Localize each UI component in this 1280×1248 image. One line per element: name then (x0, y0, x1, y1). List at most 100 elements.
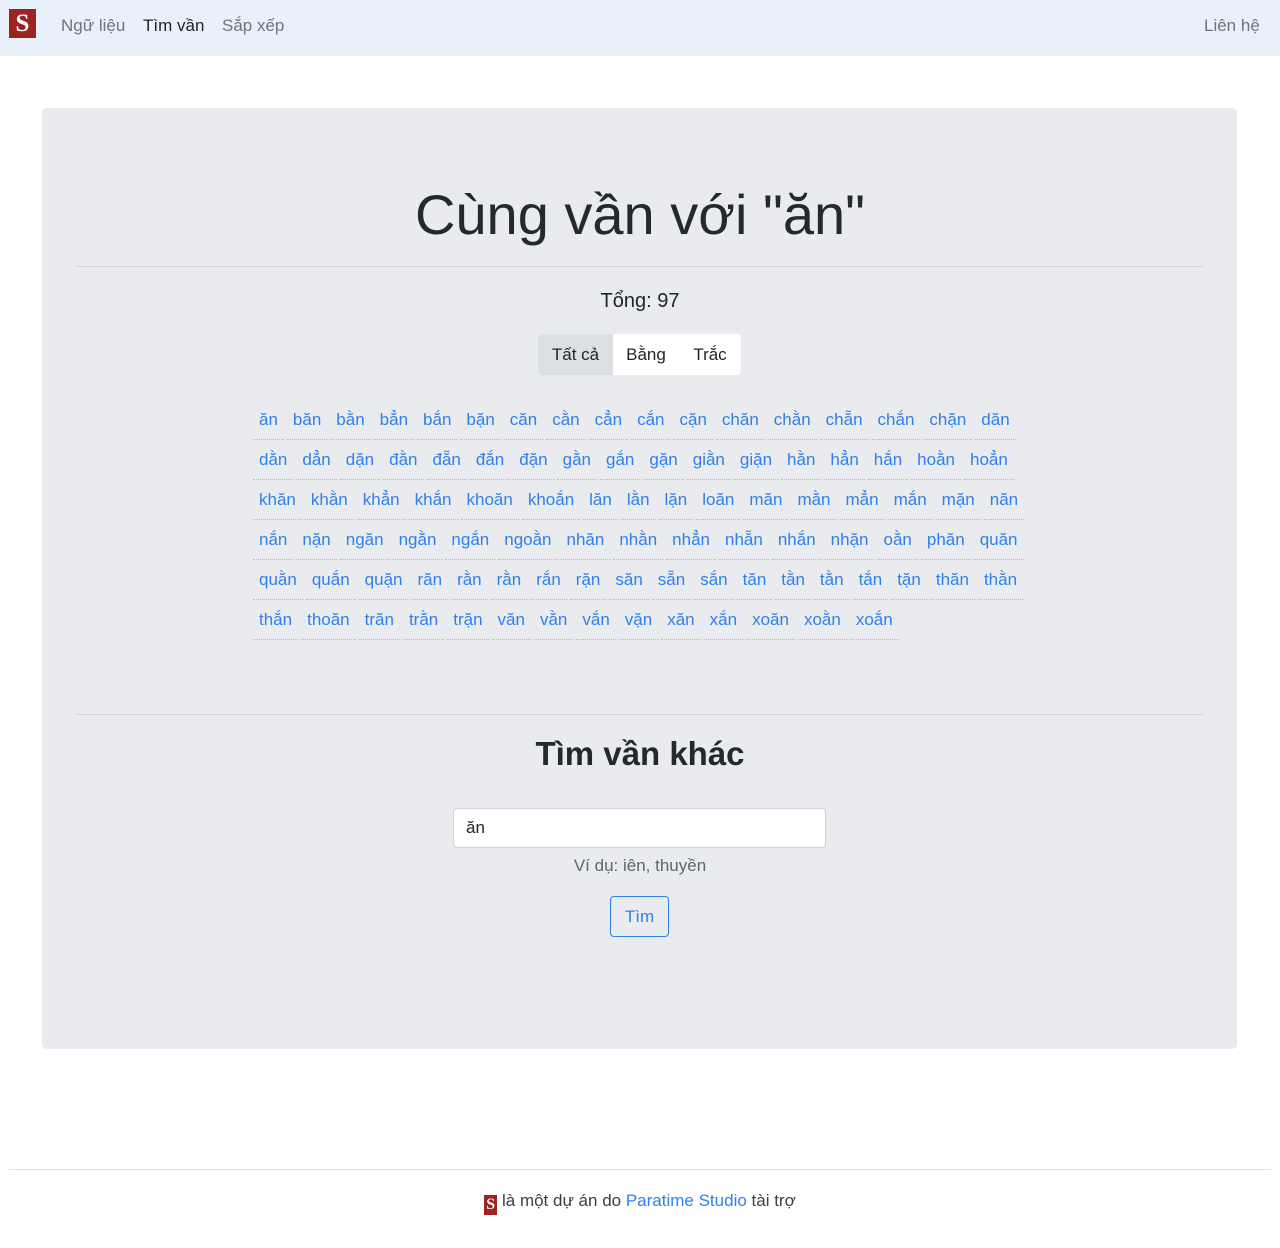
rhyme-word-link[interactable]: mắn (887, 480, 933, 520)
rhyme-word-link[interactable]: lặn (658, 480, 694, 520)
rhyme-word-link[interactable]: dặn (339, 440, 381, 480)
rhyme-word-link[interactable]: thằn (977, 560, 1024, 600)
rhyme-word-link[interactable]: chăn (715, 400, 765, 440)
rhyme-word-link[interactable]: răn (411, 560, 449, 600)
rhyme-word-link[interactable]: rặn (569, 560, 607, 600)
rhyme-word-link[interactable]: vắn (576, 600, 616, 640)
rhyme-word-link[interactable]: quăn (973, 520, 1024, 560)
rhyme-word-link[interactable]: ngằn (392, 520, 443, 560)
rhyme-word-link[interactable]: nhặn (824, 520, 875, 560)
rhyme-word-link[interactable]: đằn (383, 440, 424, 480)
rhyme-word-link[interactable]: hằn (781, 440, 822, 480)
rhyme-word-link[interactable]: tặn (891, 560, 927, 600)
rhyme-word-link[interactable]: sắn (694, 560, 734, 600)
rhyme-word-link[interactable]: trặn (447, 600, 489, 640)
rhyme-word-link[interactable]: năn (983, 480, 1025, 520)
rhyme-word-link[interactable]: nhăn (560, 520, 611, 560)
nav-item-ngu-lieu[interactable]: Ngữ liệu (61, 15, 125, 37)
rhyme-word-link[interactable]: nhằn (613, 520, 664, 560)
rhyme-word-link[interactable]: rắn (530, 560, 567, 600)
rhyme-word-link[interactable]: giằn (686, 440, 731, 480)
site-logo[interactable]: S (9, 9, 36, 38)
rhyme-word-link[interactable]: nhẳn (666, 520, 716, 560)
rhyme-word-link[interactable]: mặn (935, 480, 981, 520)
search-button[interactable]: Tìm (610, 896, 669, 937)
rhyme-word-link[interactable]: hoằn (911, 440, 961, 480)
rhyme-word-link[interactable]: dăn (975, 400, 1016, 440)
filter-trac-button[interactable]: Trắc (679, 334, 741, 375)
nav-item-tim-van[interactable]: Tìm vần (143, 15, 204, 37)
rhyme-word-link[interactable]: băn (286, 400, 328, 440)
rhyme-word-link[interactable]: phăn (920, 520, 971, 560)
rhyme-word-link[interactable]: ngắn (445, 520, 496, 560)
rhyme-word-link[interactable]: nhẵn (719, 520, 769, 560)
rhyme-word-link[interactable]: tằn (813, 560, 850, 600)
rhyme-word-link[interactable]: hoẳn (963, 440, 1014, 480)
rhyme-word-link[interactable]: vằn (533, 600, 574, 640)
rhyme-word-link[interactable]: lằn (620, 480, 656, 520)
rhyme-word-link[interactable]: cằn (546, 400, 586, 440)
rhyme-word-link[interactable]: chắn (871, 400, 921, 440)
rhyme-word-link[interactable]: giặn (733, 440, 779, 480)
rhyme-word-link[interactable]: bắn (417, 400, 458, 440)
rhyme-word-link[interactable]: khằn (304, 480, 354, 520)
rhyme-word-link[interactable]: chẵn (819, 400, 869, 440)
rhyme-word-link[interactable]: gặn (643, 440, 684, 480)
rhyme-word-link[interactable]: văn (491, 600, 531, 640)
rhyme-word-link[interactable]: ngăn (339, 520, 390, 560)
rhyme-word-link[interactable]: ăn (253, 400, 284, 440)
rhyme-word-link[interactable]: trằn (402, 600, 445, 640)
rhyme-search-input[interactable] (453, 808, 826, 848)
rhyme-word-link[interactable]: mẳn (839, 480, 885, 520)
rhyme-word-link[interactable]: hẳn (824, 440, 865, 480)
footer-sponsor-link[interactable]: Paratime Studio (626, 1191, 747, 1210)
rhyme-word-link[interactable]: trăn (358, 600, 400, 640)
rhyme-word-link[interactable]: khoăn (460, 480, 519, 520)
rhyme-word-link[interactable]: khẳn (356, 480, 406, 520)
nav-item-contact[interactable]: Liên hệ (1204, 15, 1260, 37)
rhyme-word-link[interactable]: đặn (513, 440, 554, 480)
nav-item-sap-xep[interactable]: Sắp xếp (222, 15, 284, 37)
rhyme-word-link[interactable]: nặn (296, 520, 337, 560)
rhyme-word-link[interactable]: cẳn (588, 400, 629, 440)
rhyme-word-link[interactable]: quằn (253, 560, 303, 600)
rhyme-word-link[interactable]: cắn (631, 400, 671, 440)
rhyme-word-link[interactable]: oằn (877, 520, 918, 560)
rhyme-word-link[interactable]: sẵn (651, 560, 692, 600)
rhyme-word-link[interactable]: măn (743, 480, 789, 520)
rhyme-word-link[interactable]: nắn (253, 520, 294, 560)
rhyme-word-link[interactable]: xắn (703, 600, 744, 640)
rhyme-word-link[interactable]: khăn (253, 480, 302, 520)
rhyme-word-link[interactable]: quặn (358, 560, 409, 600)
rhyme-word-link[interactable]: xoăn (746, 600, 795, 640)
rhyme-word-link[interactable]: gằn (556, 440, 597, 480)
rhyme-word-link[interactable]: tằn (775, 560, 811, 600)
rhyme-word-link[interactable]: tắn (852, 560, 889, 600)
rhyme-word-link[interactable]: xăn (661, 600, 701, 640)
rhyme-word-link[interactable]: dẳn (296, 440, 337, 480)
rhyme-word-link[interactable]: tăn (736, 560, 773, 600)
rhyme-word-link[interactable]: loăn (696, 480, 741, 520)
rhyme-word-link[interactable]: chặn (923, 400, 973, 440)
rhyme-word-link[interactable]: mằn (791, 480, 837, 520)
rhyme-word-link[interactable]: căn (503, 400, 544, 440)
rhyme-word-link[interactable]: rằn (490, 560, 528, 600)
rhyme-word-link[interactable]: quắn (305, 560, 356, 600)
rhyme-word-link[interactable]: hắn (867, 440, 909, 480)
rhyme-word-link[interactable]: săn (609, 560, 649, 600)
rhyme-word-link[interactable]: lăn (583, 480, 618, 520)
rhyme-word-link[interactable]: xoắn (849, 600, 899, 640)
rhyme-word-link[interactable]: gắn (600, 440, 641, 480)
rhyme-word-link[interactable]: thăn (929, 560, 975, 600)
rhyme-word-link[interactable]: rằn (451, 560, 488, 600)
rhyme-word-link[interactable]: chằn (767, 400, 817, 440)
rhyme-word-link[interactable]: thắn (253, 600, 299, 640)
rhyme-word-link[interactable]: bẳn (373, 400, 415, 440)
rhyme-word-link[interactable]: thoăn (301, 600, 356, 640)
rhyme-word-link[interactable]: bặn (460, 400, 501, 440)
rhyme-word-link[interactable]: khắn (408, 480, 458, 520)
rhyme-word-link[interactable]: cặn (673, 400, 713, 440)
rhyme-word-link[interactable]: vặn (618, 600, 659, 640)
filter-bang-button[interactable]: Bằng (613, 334, 679, 375)
rhyme-word-link[interactable]: nhắn (771, 520, 822, 560)
